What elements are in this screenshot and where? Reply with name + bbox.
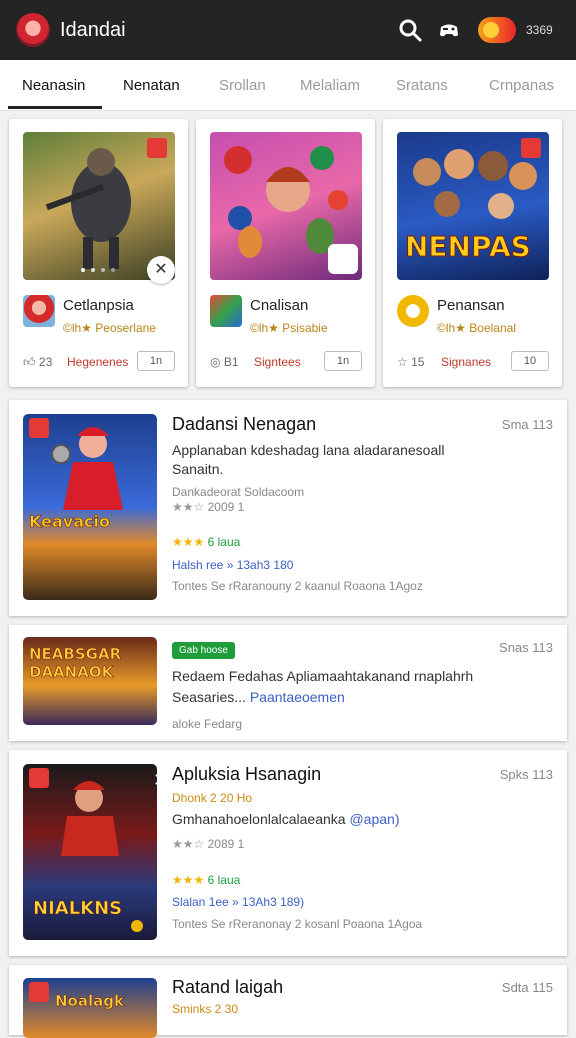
star-rating-icon: ★★☆ [172,837,205,851]
star-rating-icon: ★★★ [172,873,205,887]
app-title: Idandai [60,19,126,41]
app-name: Cnalisan [250,297,309,314]
art-title: NIALKNS [33,898,123,920]
app-icon [210,295,242,327]
featured-card-1[interactable]: ✕ Cetlanpsia ©lh★ Peoserlane 👍︎ 23 Hegen… [9,119,188,387]
app-list-card-3[interactable]: ✕ NIALKNS Apluksia Hsanagin Spks 113 Dho… [9,750,567,956]
app-description-cont: Sanaitn. [172,461,224,477]
card-footer: Tontes Se rReranonay 2 kosanl Poaona 1Ag… [172,917,423,931]
price-line: Halsh ree » 13ah3 180 [172,558,294,572]
close-icon[interactable]: ✕ [147,256,175,284]
action-link[interactable]: Signtees [254,355,301,369]
app-meta: Spks 113 [499,767,553,782]
install-button[interactable]: 10 [511,351,549,371]
app-description: Gmhanahoelonlalcalaeanka @apan) [172,811,400,827]
art-title: NEABSGAR DAANAOK [29,645,122,682]
rating-row: ★★☆ 2089 1 [172,837,245,851]
eye-icon: ◎ [210,355,221,369]
tab-1[interactable]: Neanasin [22,77,85,94]
app-subtitle: ©lh★ Peoserlane [63,321,156,335]
more-link[interactable]: Paantaeoemen [250,689,345,705]
star-rating-icon: ★★★ [172,535,205,549]
app-meta: Snas 113 [499,640,553,655]
app-thumbnail: NEABSGAR DAANAOK [23,637,157,725]
star-rating-icon: ★★☆ [172,500,205,514]
thumbs-up-icon: 👍︎ [23,355,36,369]
user-rating: ★★★ 6 laua [172,873,241,887]
price-line: Slalan 1ee » 13Ah3 189) [172,895,305,909]
app-subtitle: ©lh★ Psisabie [250,321,328,335]
favorite-count[interactable]: ☆ 15 [397,355,424,369]
user-rating: ★★★ 6 laua [172,535,241,549]
app-description: Redaem Fedahas Apliamaahtakanand rnaplah… [172,668,474,684]
install-button[interactable]: 1n [324,351,362,371]
status-badge: Gab hoose [172,642,235,659]
app-title: Dadansi Nenagan [172,414,317,434]
app-list-card-2[interactable]: NEABSGAR DAANAOK Gab hoose Snas 113 Reda… [9,625,567,741]
coin-balance: 3369 [526,23,553,37]
app-description: Applanaban kdeshadag lana aladaranesoall [172,442,445,458]
category-tabs: Neanasin Nenatan Srollan Melaliam Sratan… [0,60,576,111]
tab-6[interactable]: Crnpanas [489,77,554,94]
developer-link[interactable]: Dankadeorat Soldacoom [172,485,304,499]
tab-5[interactable]: Sratans [396,77,448,94]
app-title: Ratand laigah [172,977,284,997]
search-icon[interactable] [398,18,422,42]
star-icon: ☆ [397,355,408,369]
top-app-bar: Idandai 3369 [0,0,576,60]
tab-4[interactable]: Melaliam [300,77,360,94]
more-link[interactable]: @apan) [349,811,399,827]
app-title: Apluksia Hsanagin [172,764,322,784]
active-tab-indicator [8,106,102,109]
gamepad-icon[interactable] [437,18,461,42]
developer-link[interactable]: Sminks 2 30 [172,1002,238,1016]
app-icon [23,295,55,327]
app-thumbnail: Keavacio [23,414,157,600]
app-meta: Sma 113 [501,417,553,432]
card-footer: aloke Fedarg [172,717,243,731]
like-count[interactable]: 👍︎ 23 [23,355,52,370]
action-link[interactable]: Signanes [441,355,491,369]
app-thumbnail: ✕ NIALKNS [23,764,157,940]
featured-card-2[interactable]: Cnalisan ©lh★ Psisabie ◎ B1 Signtees 1n [196,119,375,387]
coin-icon[interactable] [478,17,516,43]
developer-link[interactable]: Dhonk 2 20 Ho [172,791,252,805]
app-thumbnail: Noalagk [23,978,157,1038]
install-button[interactable]: 1n [137,351,175,371]
app-description-cont: Seasaries... Paantaeoemen [172,689,345,705]
app-name: Cetlanpsia [63,297,134,314]
tab-3[interactable]: Srollan [219,77,266,94]
logo-icon[interactable] [16,13,50,47]
app-icon [397,295,429,327]
art-title: Noalagk [55,992,125,1011]
art-title: NENPAS [405,230,532,264]
app-list-card-1[interactable]: Keavacio Dadansi Nenagan Sma 113 Applana… [9,400,567,616]
art-title: Keavacio [29,512,111,532]
views-count[interactable]: ◎ B1 [210,355,239,369]
action-link[interactable]: Hegenenes [67,355,128,369]
app-subtitle: ©lh★ Boelanal [437,321,516,335]
app-list-card-4[interactable]: Noalagk Ratand laigah Sdta 115 Sminks 2 … [9,965,567,1038]
tab-2[interactable]: Nenatan [123,77,180,94]
badge-icon [29,982,49,1002]
app-name: Penansan [437,297,505,314]
featured-art-2 [210,132,362,280]
card-footer: Tontes Se rRaranouny 2 kaanul Roaona 1Ag… [172,579,423,593]
app-meta: Sdta 115 [501,980,553,995]
featured-art-3: NENPAS [397,132,549,280]
featured-card-3[interactable]: NENPAS Penansan ©lh★ Boelanal ☆ 15 Signa… [383,119,562,387]
rating-row: ★★☆ 2009 1 [172,500,245,514]
